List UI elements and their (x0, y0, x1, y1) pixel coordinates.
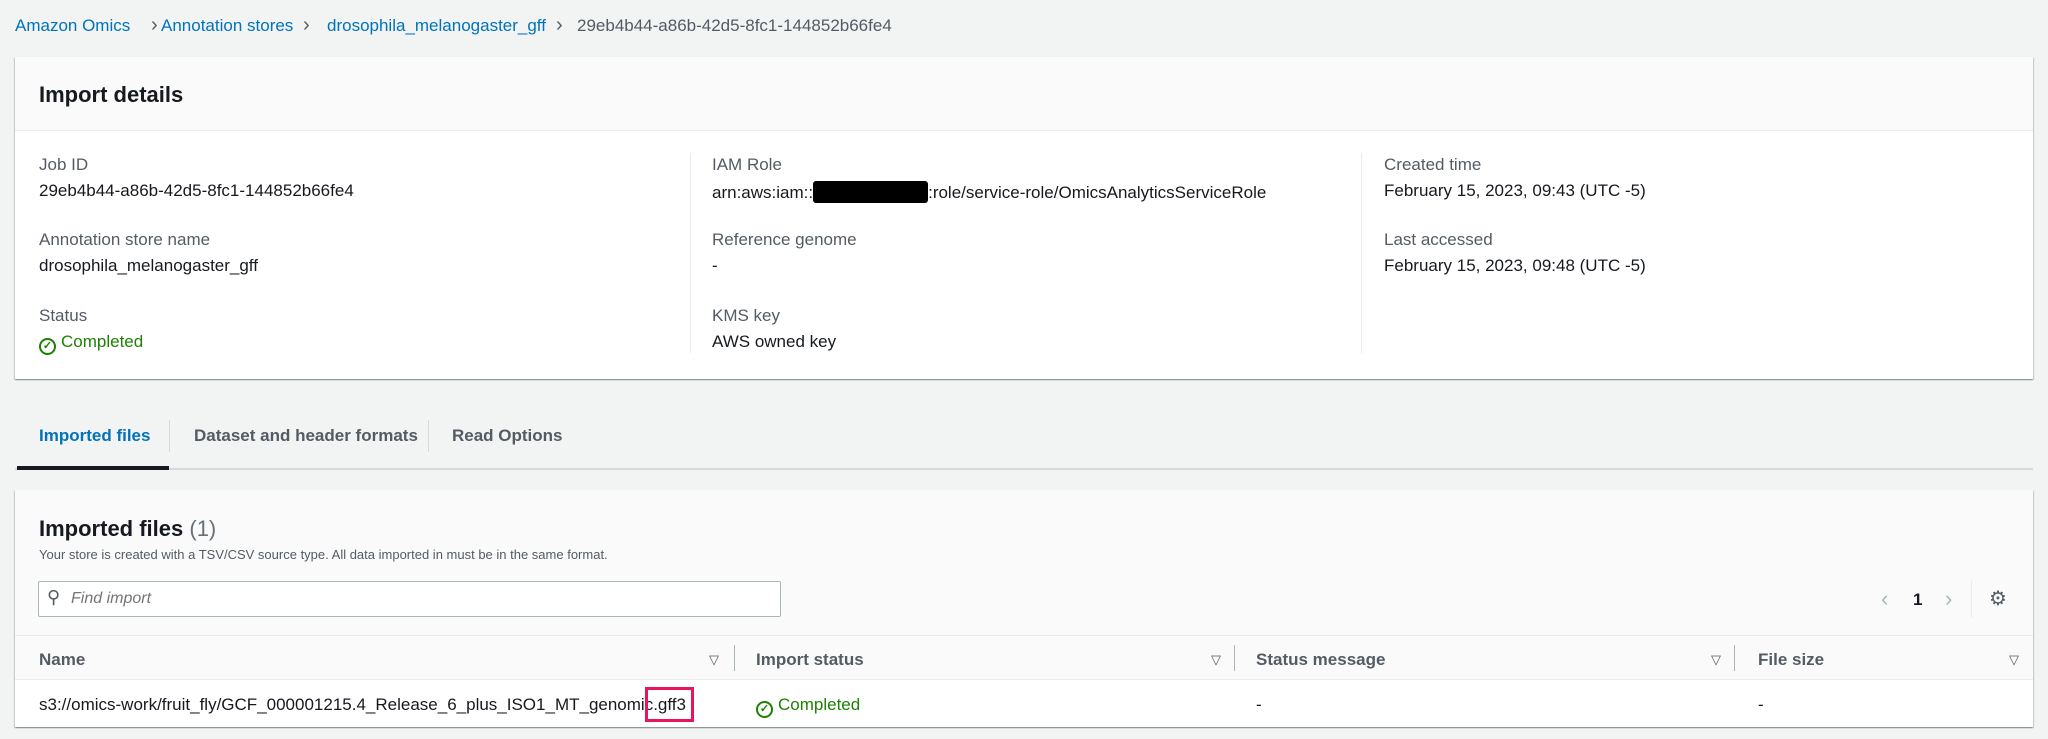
status-message-value: - (1256, 695, 1262, 714)
iam-prefix: arn:aws:iam:: (712, 183, 814, 202)
job-id-value: 29eb4b44-a86b-42d5-8fc1-144852b66fe4 (39, 181, 354, 200)
kms-key-value: AWS owned key (712, 332, 837, 351)
import-details-panel: Import details Job ID 29eb4b44-a86b-42d5… (15, 57, 2033, 379)
breadcrumb-current: 29eb4b44-a86b-42d5-8fc1-144852b66fe4 (577, 16, 892, 35)
tab-read-options[interactable]: Read Options (452, 426, 563, 446)
status-text: Completed (61, 332, 144, 351)
iam-role-label: IAM Role (712, 155, 782, 174)
created-time-label: Created time (1384, 155, 1482, 174)
tab-imported-files[interactable]: Imported files (39, 426, 150, 446)
panel-title: Imported files (1) (39, 516, 216, 542)
job-id-label: Job ID (39, 155, 89, 174)
column-header-name[interactable]: Name (39, 650, 85, 670)
find-import-search[interactable]: ⚲ (38, 581, 781, 617)
imported-files-panel: Imported files (1) Your store is created… (15, 490, 2033, 727)
file-name: s3://omics-work/fruit_fly/GCF_000001215.… (39, 687, 694, 722)
column-header-file-size[interactable]: File size (1758, 650, 1824, 670)
redacted-block (813, 181, 929, 203)
column-divider[interactable] (1234, 645, 1235, 671)
previous-page-button[interactable]: ‹ (1881, 586, 1888, 612)
next-page-button[interactable]: › (1945, 586, 1952, 612)
status-label: Status (39, 306, 88, 325)
file-extension-highlighted: .gff3 (645, 687, 694, 722)
tab-divider (169, 420, 170, 452)
check-circle-icon: ✓ (39, 338, 56, 355)
tab-dataset-header-formats[interactable]: Dataset and header formats (194, 426, 418, 446)
panel-header: Import details (15, 57, 2033, 131)
gear-icon[interactable]: ⚙ (1989, 586, 2007, 611)
column-divider[interactable] (1734, 645, 1735, 671)
panel-header: Imported files (1) Your store is created… (15, 490, 2033, 636)
active-tab-indicator (17, 466, 169, 470)
files-count: (1) (189, 516, 217, 541)
import-status-text: Completed (778, 695, 861, 714)
files-title: Imported files (39, 516, 184, 541)
column-header-status-message[interactable]: Status message (1256, 650, 1385, 670)
iam-suffix: :role/service-role/OmicsAnalyticsService… (928, 183, 1267, 202)
breadcrumb-amazon-omics[interactable]: Amazon Omics (15, 16, 130, 36)
page-number[interactable]: 1 (1913, 590, 1922, 610)
last-accessed-value: February 15, 2023, 09:48 (UTC -5) (1384, 256, 1646, 275)
breadcrumb-store[interactable]: drosophila_melanogaster_gff (327, 16, 546, 36)
column-divider (1361, 153, 1362, 353)
breadcrumb-annotation-stores[interactable]: Annotation stores (161, 16, 293, 36)
sort-icon[interactable]: ▽ (1211, 652, 1221, 668)
tabs-baseline (15, 468, 2033, 470)
column-header-import-status[interactable]: Import status (756, 650, 864, 670)
sort-icon[interactable]: ▽ (2009, 652, 2019, 668)
table-header (15, 636, 2033, 680)
file-size-value: - (1758, 695, 1764, 714)
tab-divider (428, 420, 429, 452)
kms-key-label: KMS key (712, 306, 781, 325)
divider (1971, 580, 1972, 618)
store-name-value: drosophila_melanogaster_gff (39, 256, 258, 275)
column-divider[interactable] (734, 645, 735, 671)
chevron-right-icon: › (151, 14, 158, 36)
search-icon: ⚲ (47, 587, 61, 607)
files-description: Your store is created with a TSV/CSV sou… (39, 547, 608, 562)
search-input[interactable] (71, 587, 761, 611)
chevron-right-icon: › (556, 14, 563, 36)
file-name-main: s3://omics-work/fruit_fly/GCF_000001215.… (39, 695, 654, 714)
created-time-value: February 15, 2023, 09:43 (UTC -5) (1384, 181, 1646, 200)
chevron-right-icon: › (303, 14, 310, 36)
reference-genome-value: - (712, 256, 718, 275)
import-status-value: ✓ Completed (756, 695, 860, 718)
iam-role-value: arn:aws:iam:::role/service-role/OmicsAna… (712, 181, 1266, 203)
panel-title: Import details (39, 82, 184, 107)
check-circle-icon: ✓ (756, 701, 773, 718)
last-accessed-label: Last accessed (1384, 230, 1493, 249)
sort-icon[interactable]: ▽ (1711, 652, 1721, 668)
store-name-label: Annotation store name (39, 230, 211, 249)
status-value: ✓ Completed (39, 332, 143, 355)
column-divider (690, 153, 691, 353)
sort-icon[interactable]: ▽ (709, 652, 719, 668)
reference-genome-label: Reference genome (712, 230, 857, 249)
